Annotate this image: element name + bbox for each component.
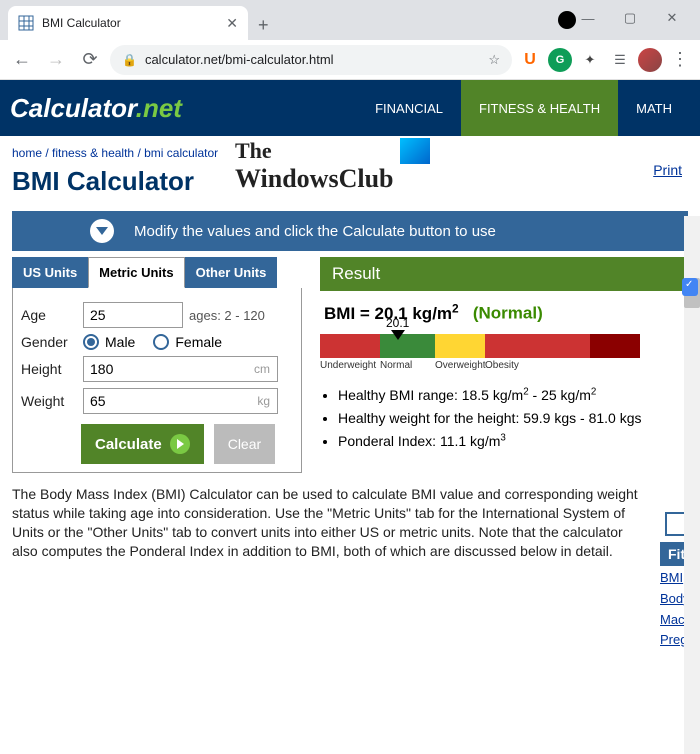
- tab-us-units[interactable]: US Units: [12, 257, 88, 288]
- height-input[interactable]: [83, 356, 278, 382]
- scale-obesity: [485, 334, 590, 358]
- calculate-button[interactable]: Calculate: [81, 424, 204, 464]
- main-nav: FINANCIAL FITNESS & HEALTH MATH: [357, 80, 690, 136]
- watermark-icon: [400, 138, 430, 164]
- tab-favicon: [18, 15, 34, 31]
- forward-button[interactable]: →: [42, 46, 70, 74]
- result-header: Result: [320, 257, 688, 291]
- browser-tab[interactable]: BMI Calculator ✕: [8, 6, 248, 40]
- scale-overweight: [435, 334, 485, 358]
- crumb-page[interactable]: bmi calculator: [144, 146, 218, 160]
- calculator-form: US Units Metric Units Other Units Age ag…: [12, 257, 302, 473]
- logo-main: Calculator: [10, 93, 136, 123]
- lock-icon: 🔒: [122, 53, 137, 67]
- instruction-banner: Modify the values and click the Calculat…: [12, 211, 688, 251]
- result-value: BMI = 20.1 kg/m2 (Normal): [320, 291, 688, 330]
- back-button[interactable]: ←: [8, 46, 36, 74]
- result-panel: Result BMI = 20.1 kg/m2 (Normal) 20.1 Un…: [320, 257, 688, 473]
- maximize-button[interactable]: ▢: [610, 4, 650, 32]
- weight-unit: kg: [257, 394, 270, 408]
- address-bar[interactable]: 🔒 calculator.net/bmi-calculator.html ☆: [110, 45, 512, 75]
- height-label: Height: [21, 361, 77, 377]
- close-window-button[interactable]: ✕: [652, 4, 692, 32]
- tab-title: BMI Calculator: [42, 16, 218, 30]
- nav-fitness-health[interactable]: FITNESS & HEALTH: [461, 80, 618, 136]
- scale-obesity-high: [590, 334, 640, 358]
- tab-close-icon[interactable]: ✕: [226, 15, 238, 32]
- vertical-scrollbar[interactable]: [684, 216, 700, 754]
- browser-tab-strip: BMI Calculator ✕ + — ▢ ✕: [0, 0, 700, 40]
- window-controls: — ▢ ✕: [560, 0, 700, 36]
- result-status: (Normal): [473, 304, 543, 323]
- bmi-scale: 20.1 Underweight Normal Overweight Obesi…: [320, 334, 688, 371]
- scale-underweight: [320, 334, 380, 358]
- clear-button[interactable]: Clear: [214, 424, 275, 464]
- reload-button[interactable]: ⟳: [76, 46, 104, 74]
- extensions-puzzle-icon[interactable]: ✦: [578, 48, 602, 72]
- star-icon[interactable]: ☆: [488, 52, 500, 68]
- minimize-button[interactable]: —: [568, 4, 608, 32]
- shield-icon[interactable]: [682, 278, 698, 296]
- browser-toolbar: ← → ⟳ 🔒 calculator.net/bmi-calculator.ht…: [0, 40, 700, 80]
- browser-menu-icon[interactable]: ⋮: [668, 48, 692, 72]
- tab-other-units[interactable]: Other Units: [185, 257, 278, 288]
- nav-financial[interactable]: FINANCIAL: [357, 80, 461, 136]
- extension-u-icon[interactable]: U: [518, 48, 542, 72]
- new-tab-button[interactable]: +: [248, 11, 279, 40]
- tab-metric-units[interactable]: Metric Units: [88, 257, 184, 288]
- female-label: Female: [175, 334, 222, 350]
- male-radio[interactable]: [83, 334, 99, 350]
- male-label: Male: [105, 334, 135, 350]
- result-bullets: Healthy BMI range: 18.5 kg/m2 - 25 kg/m2…: [320, 379, 688, 452]
- extension-grammarly-icon[interactable]: G: [548, 48, 572, 72]
- logo-net: .net: [136, 93, 182, 123]
- age-input[interactable]: [83, 302, 183, 328]
- play-icon: [170, 434, 190, 454]
- chevron-down-circle-icon[interactable]: [90, 219, 114, 243]
- url-text: calculator.net/bmi-calculator.html: [145, 52, 480, 67]
- reading-list-icon[interactable]: ☰: [608, 48, 632, 72]
- crumb-home[interactable]: home: [12, 146, 42, 160]
- bullet-healthy-range: Healthy BMI range: 18.5 kg/m2 - 25 kg/m2: [338, 385, 688, 406]
- scale-labels: Underweight Normal Overweight Obesity: [320, 360, 688, 371]
- age-hint: ages: 2 - 120: [189, 308, 265, 323]
- gender-label: Gender: [21, 334, 77, 350]
- site-header: Calculator.net FINANCIAL FITNESS & HEALT…: [0, 80, 700, 136]
- bullet-healthy-weight: Healthy weight for the height: 59.9 kgs …: [338, 408, 688, 429]
- crumb-fitness[interactable]: fitness & health: [52, 146, 134, 160]
- profile-avatar[interactable]: [638, 48, 662, 72]
- unit-tabs: US Units Metric Units Other Units: [12, 257, 302, 288]
- description-text: The Body Mass Index (BMI) Calculator can…: [0, 473, 700, 561]
- height-unit: cm: [254, 362, 270, 376]
- bmi-pointer: 20.1: [386, 316, 409, 340]
- weight-label: Weight: [21, 393, 77, 409]
- bullet-ponderal: Ponderal Index: 11.1 kg/m3: [338, 431, 688, 452]
- nav-math[interactable]: MATH: [618, 80, 690, 136]
- watermark-text: The WindowsClub: [235, 138, 394, 194]
- age-label: Age: [21, 307, 77, 323]
- female-radio[interactable]: [153, 334, 169, 350]
- print-link[interactable]: Print: [653, 162, 682, 178]
- content-header: home / fitness & health / bmi calculator…: [0, 136, 700, 211]
- site-logo[interactable]: Calculator.net: [10, 93, 182, 124]
- weight-input[interactable]: [83, 388, 278, 414]
- banner-text: Modify the values and click the Calculat…: [134, 223, 496, 240]
